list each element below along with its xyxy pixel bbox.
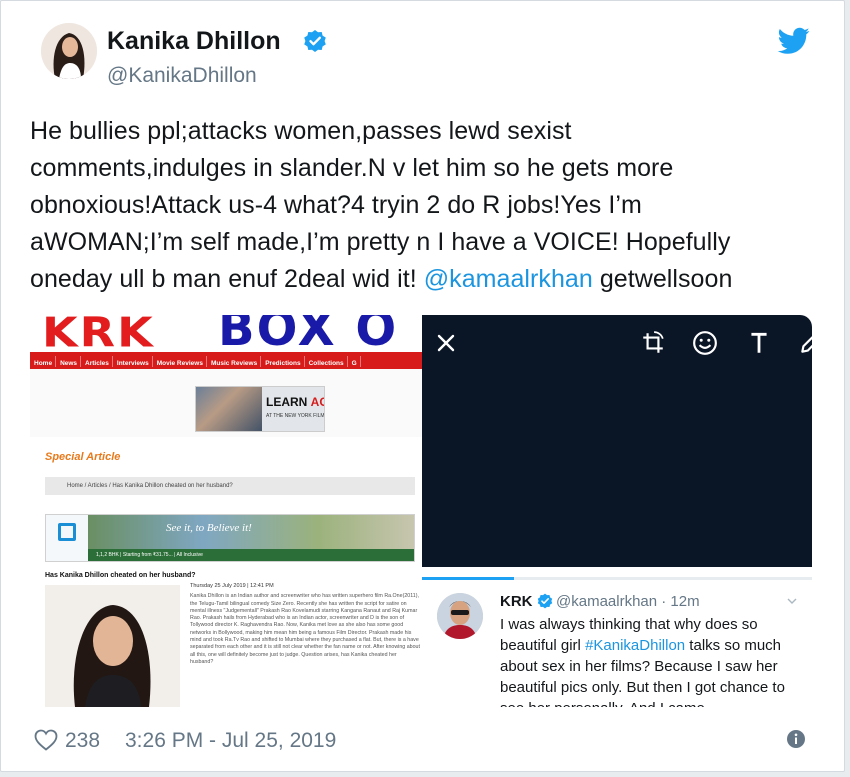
- tweet-timestamp[interactable]: 3:26 PM - Jul 25, 2019: [125, 729, 336, 753]
- article-date: Thursday 25 July 2019 | 12:41 PM: [190, 583, 274, 589]
- tweet-text-segment: getwellsoon: [592, 265, 733, 293]
- ad-photo: [196, 387, 262, 431]
- breadcrumb: Home / Articles / Has Kanika Dhillon che…: [45, 477, 415, 495]
- article-body: Thursday 25 July 2019 | 12:41 PM Kanika …: [190, 583, 420, 666]
- emoji-icon: [693, 331, 717, 355]
- crop-rotate-icon: [643, 331, 664, 353]
- nav-item: Home: [30, 356, 57, 367]
- article-text: Kanika Dhillon is an Indian author and s…: [190, 593, 420, 665]
- text-tool-icon: [751, 332, 767, 353]
- quoted-tweet-text: I was always thinking that why does so b…: [500, 616, 785, 707]
- quoted-author-handle: @kamaalrkhan · 12m: [556, 593, 700, 610]
- article-section: Special Article Home / Articles / Has Ka…: [30, 437, 422, 707]
- verified-badge-icon: [304, 30, 326, 52]
- nav-item: G: [348, 356, 361, 367]
- whatsapp-screenshot: KRK @kamaalrkhan · 12m I was always thin…: [422, 315, 812, 707]
- nav-item: Music Reviews: [207, 356, 262, 367]
- quoted-tweet: KRK @kamaalrkhan · 12m I was always thin…: [422, 581, 812, 707]
- twitter-bird-icon[interactable]: [778, 27, 810, 55]
- pencil-icon: [801, 336, 812, 353]
- ad-title: LEARN ACTING: [266, 395, 324, 409]
- section-title: Special Article: [45, 451, 121, 463]
- tweet-text-line: He bullies ppl;attacks women,passes lewd…: [30, 117, 572, 145]
- close-icon: [437, 334, 455, 352]
- website-nav: Home News Articles Interviews Movie Reviews M…: [30, 352, 422, 369]
- tweet-footer: 238 3:26 PM - Jul 25, 2019: [1, 723, 846, 759]
- tweet-text-line: aWOMAN;I’m self made,I’m pretty n I have…: [30, 228, 731, 256]
- tweet-text-line: oneday ull b man enuf 2deal wid it! @kam…: [30, 261, 820, 298]
- ad-subtitle: AT THE NEW YORK FILM: [266, 413, 325, 419]
- acting-school-ad: LEARN ACTING AT THE NEW YORK FILM: [195, 386, 325, 432]
- heart-icon[interactable]: [34, 729, 58, 751]
- nav-item: Articles: [81, 356, 113, 367]
- nav-item: Interviews: [113, 356, 153, 367]
- nav-item: Predictions: [261, 356, 305, 367]
- chevron-down-icon: [787, 598, 797, 604]
- ad-bar: 1,1,2 BHK | Starting from ₹31.75... | Al…: [88, 549, 414, 561]
- article-headline: Has Kanika Dhillon cheated on her husban…: [45, 572, 196, 579]
- nav-item: News: [56, 356, 82, 367]
- image-editor-canvas: [422, 315, 812, 567]
- krk-avatar: [437, 593, 483, 639]
- verified-badge-icon: [537, 593, 553, 609]
- like-count[interactable]: 238: [65, 729, 100, 753]
- tweet-text: He bullies ppl;attacks women,passes lewd…: [30, 113, 820, 298]
- krk-website-screenshot: KRK BOX O Home News Articles Interviews Movi…: [30, 315, 422, 707]
- attached-image[interactable]: KRK BOX O Home News Articles Interviews Movi…: [30, 315, 812, 707]
- article-photo: [45, 585, 180, 707]
- real-estate-ad: See it, to Believe it! 1,1,2 BHK | Start…: [45, 514, 415, 562]
- quoted-author-name: KRK: [500, 593, 533, 610]
- tweet-text-line: comments,indulges in slander.N v let him…: [30, 154, 674, 182]
- nav-item: Collections: [305, 356, 348, 367]
- krk-banner: KRK BOX O: [30, 315, 422, 352]
- mention-link[interactable]: @kamaalrkhan: [424, 265, 593, 293]
- box-office-logo: BOX O: [218, 315, 399, 352]
- tweet-text-line: obnoxious!Attack us-4 what?4 tryin 2 do …: [30, 191, 642, 219]
- author-name[interactable]: Kanika Dhillon: [107, 27, 281, 56]
- ad-tagline: See it, to Believe it!: [166, 522, 252, 534]
- poddar-logo: [46, 515, 88, 561]
- krk-logo: KRK: [42, 315, 155, 352]
- nav-item: Movie Reviews: [153, 356, 207, 367]
- progress-bar: [422, 577, 812, 580]
- info-icon[interactable]: [786, 729, 806, 749]
- tweet-text-segment: oneday ull b man enuf 2deal wid it!: [30, 265, 424, 293]
- tweet-card: Kanika Dhillon @KanikaDhillon He bullies…: [0, 0, 845, 772]
- hashtag: #KanikaDhillon: [585, 637, 686, 654]
- author-handle[interactable]: @KanikaDhillon: [107, 64, 257, 88]
- author-avatar[interactable]: [41, 23, 97, 79]
